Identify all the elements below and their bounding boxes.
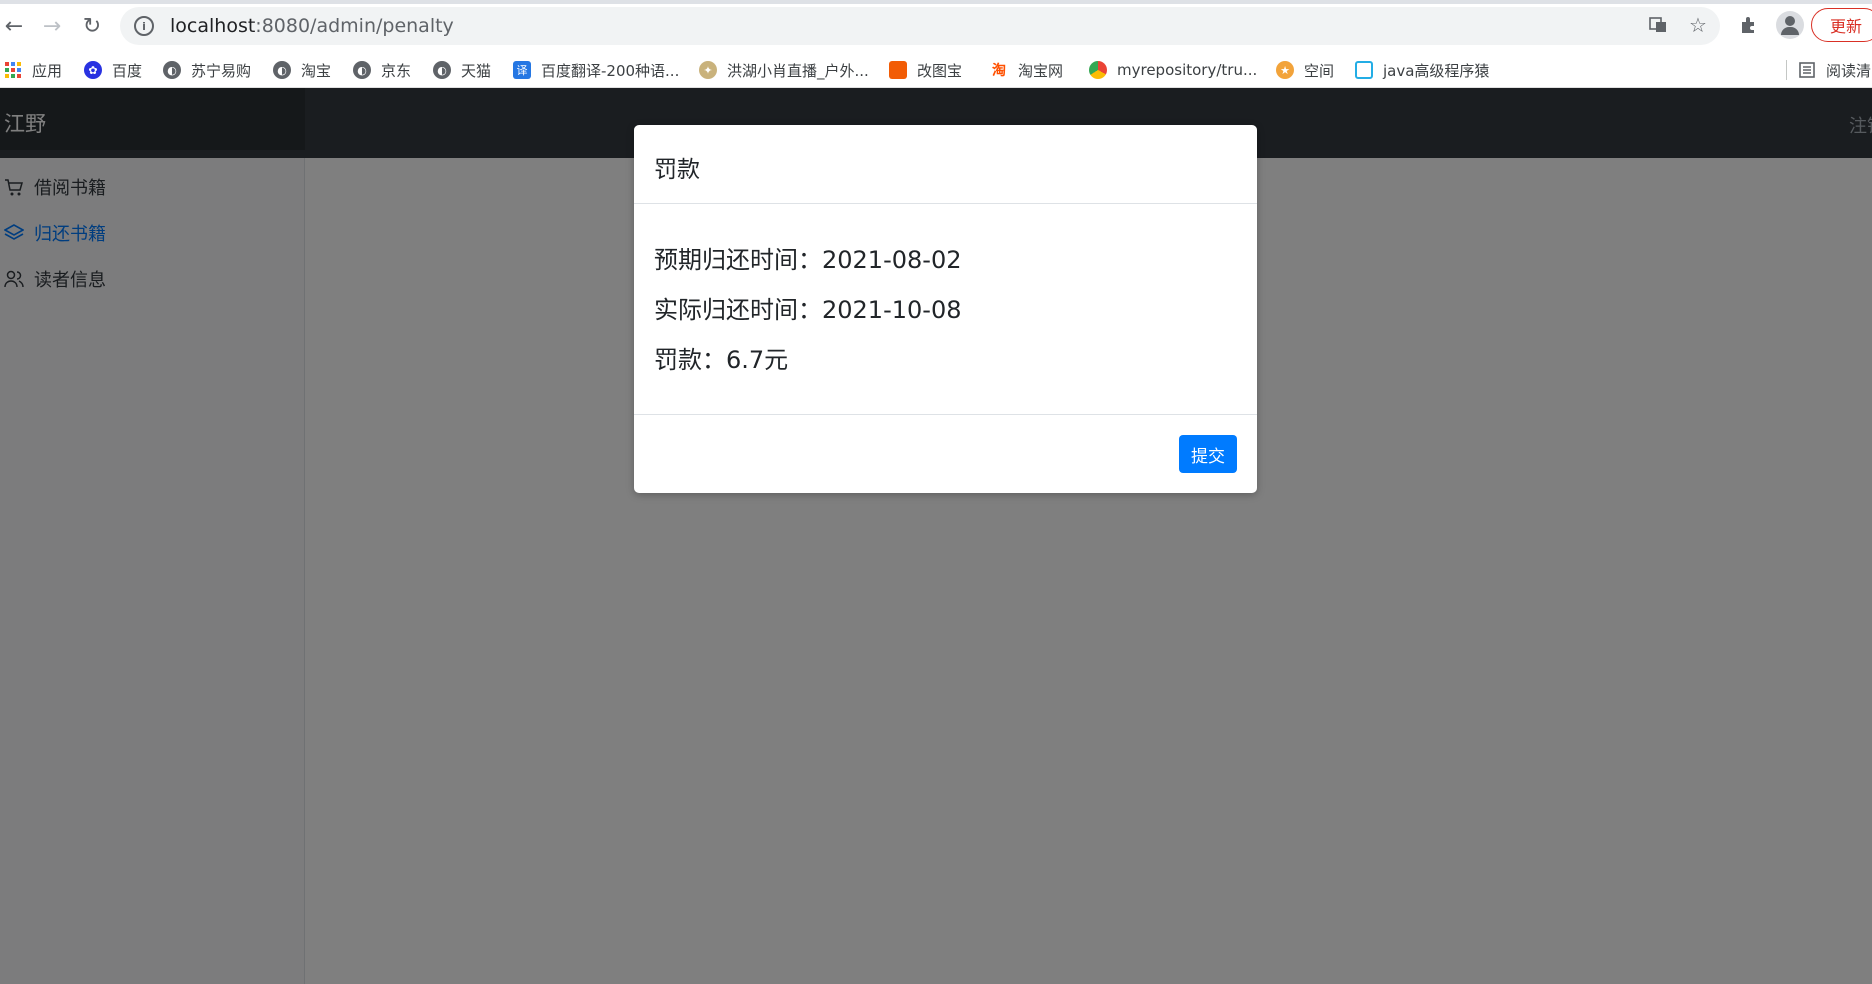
bird-icon: ✦ bbox=[699, 61, 717, 79]
chrome-icon bbox=[1089, 61, 1107, 79]
bookmark-taobao-globe[interactable]: ◐ 淘宝 bbox=[273, 52, 331, 88]
bookmark-label: 改图宝 bbox=[917, 61, 963, 80]
bookmark-myrepository[interactable]: myrepository/tru... bbox=[1089, 52, 1257, 88]
expected-return-value: 2021-08-02 bbox=[822, 246, 962, 274]
bookmark-label: 苏宁易购 bbox=[191, 61, 252, 80]
browser-toolbar: ← → ↻ i localhost:8080/admin/penalty ☆ 更… bbox=[0, 0, 1872, 52]
back-button[interactable]: ← bbox=[0, 12, 28, 40]
actual-return-label: 实际归还时间： bbox=[654, 296, 822, 324]
globe-icon: ◐ bbox=[353, 61, 371, 79]
bookmark-qzone[interactable]: ★ 空间 bbox=[1276, 52, 1334, 88]
expected-return-row: 预期归还时间：2021-08-02 bbox=[654, 240, 961, 275]
fine-label: 罚款： bbox=[654, 346, 726, 374]
qzone-icon: ★ bbox=[1276, 61, 1294, 79]
bookmark-jd[interactable]: ◐ 京东 bbox=[353, 52, 411, 88]
reload-button[interactable]: ↻ bbox=[78, 12, 106, 40]
bookmark-honghu[interactable]: ✦ 洪湖小肖直播_户外... bbox=[699, 52, 869, 88]
actual-return-value: 2021-10-08 bbox=[822, 296, 962, 324]
apps-grid-icon bbox=[5, 62, 21, 78]
reading-list-icon bbox=[1799, 62, 1815, 78]
penalty-modal: 罚款 预期归还时间：2021-08-02 实际归还时间：2021-10-08 罚… bbox=[634, 125, 1257, 493]
address-bar[interactable]: i localhost:8080/admin/penalty bbox=[120, 7, 1720, 45]
modal-footer: 提交 bbox=[634, 414, 1257, 493]
tab-strip bbox=[0, 0, 1872, 4]
fine-row: 罚款：6.7元 bbox=[654, 340, 788, 375]
bookmark-suning[interactable]: ◐ 苏宁易购 bbox=[163, 52, 251, 88]
bookmark-label: 天猫 bbox=[461, 61, 492, 80]
bookmarks-divider bbox=[1786, 60, 1787, 80]
taobao-icon: 淘 bbox=[992, 63, 1006, 79]
site-info-icon[interactable]: i bbox=[134, 16, 154, 36]
bookmark-tmall[interactable]: ◐ 天猫 bbox=[433, 52, 491, 88]
forward-button[interactable]: → bbox=[38, 12, 66, 40]
bookmark-label: 淘宝网 bbox=[1018, 61, 1064, 80]
actual-return-row: 实际归还时间：2021-10-08 bbox=[654, 290, 961, 325]
bilibili-icon bbox=[1355, 61, 1373, 79]
bookmark-apps[interactable]: 应用 bbox=[4, 52, 62, 88]
update-button[interactable]: 更新 bbox=[1811, 8, 1872, 42]
expected-return-label: 预期归还时间： bbox=[654, 246, 822, 274]
bookmark-label: 应用 bbox=[32, 61, 63, 80]
bookmark-label: 京东 bbox=[381, 61, 412, 80]
url-text[interactable]: localhost:8080/admin/penalty bbox=[170, 15, 454, 37]
bookmark-java[interactable]: java高级程序猿 bbox=[1355, 52, 1489, 88]
bookmark-label: 淘宝 bbox=[301, 61, 332, 80]
bookmark-label: 百度翻译-200种语... bbox=[541, 61, 680, 80]
extensions-puzzle-icon[interactable] bbox=[1735, 12, 1761, 38]
bookmark-baidu[interactable]: ✿ 百度 bbox=[84, 52, 142, 88]
orange-square-icon bbox=[889, 61, 907, 79]
bookmark-gaitubao[interactable]: 改图宝 bbox=[889, 52, 962, 88]
bookmark-label: 洪湖小肖直播_户外... bbox=[727, 61, 869, 80]
bookmarks-bar: 应用 ✿ 百度 ◐ 苏宁易购 ◐ 淘宝 ◐ 京东 ◐ 天猫 译 百度翻译-200… bbox=[0, 52, 1872, 88]
fine-value: 6.7元 bbox=[726, 346, 789, 374]
reading-list-button[interactable]: 阅读清 bbox=[1798, 52, 1871, 88]
translate-page-icon[interactable] bbox=[1645, 12, 1671, 38]
url-path: :8080/admin/penalty bbox=[255, 15, 454, 37]
translate-icon: 译 bbox=[513, 61, 531, 79]
bookmark-star-icon[interactable]: ☆ bbox=[1685, 12, 1711, 38]
submit-button[interactable]: 提交 bbox=[1179, 435, 1237, 473]
reading-list-label: 阅读清 bbox=[1826, 61, 1872, 80]
globe-icon: ◐ bbox=[163, 61, 181, 79]
bookmark-label: 百度 bbox=[112, 61, 143, 80]
baidu-paw-icon: ✿ bbox=[84, 61, 102, 79]
globe-icon: ◐ bbox=[273, 61, 291, 79]
globe-icon: ◐ bbox=[433, 61, 451, 79]
bookmark-label: java高级程序猿 bbox=[1383, 61, 1490, 80]
bookmark-baidu-translate[interactable]: 译 百度翻译-200种语... bbox=[513, 52, 679, 88]
modal-header: 罚款 bbox=[634, 125, 1257, 204]
bookmark-taobaowang[interactable]: 淘 淘宝网 bbox=[990, 52, 1063, 88]
modal-title: 罚款 bbox=[654, 157, 700, 183]
bookmark-label: myrepository/tru... bbox=[1117, 61, 1258, 79]
profile-avatar-icon[interactable] bbox=[1776, 11, 1804, 39]
bookmark-label: 空间 bbox=[1304, 61, 1335, 80]
url-host: localhost bbox=[170, 15, 256, 37]
